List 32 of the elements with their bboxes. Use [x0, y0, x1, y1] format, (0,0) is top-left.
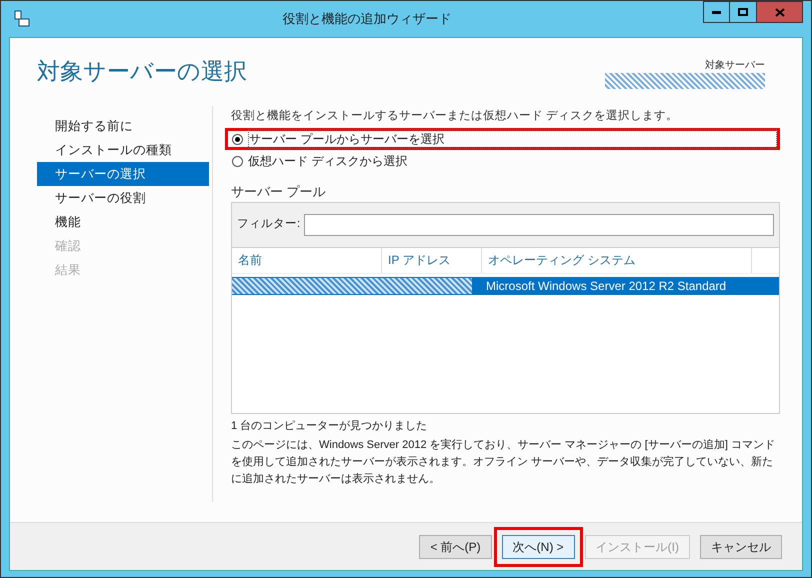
minimize-icon [712, 10, 721, 14]
radio-button[interactable] [232, 134, 243, 144]
description-text: 役割と機能をインストールするサーバーまたは仮想ハード ディスクを選択します。 [231, 108, 680, 124]
nav-item[interactable]: サーバーの役割 [37, 186, 209, 210]
filter-field[interactable] [304, 214, 774, 236]
nav-item[interactable]: インストールの種類 [37, 138, 209, 162]
close-icon [774, 8, 784, 16]
close-button[interactable] [757, 1, 803, 23]
maximize-icon [738, 8, 748, 16]
section-title: サーバー プール [231, 183, 327, 201]
nav-item[interactable]: 機能 [37, 210, 209, 234]
target-server-label: 対象サーバー [705, 58, 765, 73]
nav-item[interactable]: 開始する前に [37, 114, 209, 138]
app-icon [13, 10, 31, 28]
wizard-button[interactable]: < 前へ(P) [419, 534, 492, 558]
wizard-button[interactable]: 次へ(N) > [502, 534, 575, 558]
result-count: 1 台のコンピューターが見つかりました [231, 418, 428, 434]
column-header[interactable]: オペレーティング システム [482, 248, 752, 272]
radio-label[interactable]: 仮想ハード ディスクから選択 [248, 152, 777, 170]
radio-label[interactable]: サーバー プールからサーバーを選択 [248, 129, 777, 149]
filter-label: フィルター: [237, 216, 300, 232]
nav-item[interactable]: サーバーの選択 [37, 162, 209, 186]
window-title: 役割と機能の追加ウィザード [282, 10, 452, 28]
table-cell-text: Microsoft Windows Server 2012 R2 Standard [486, 278, 726, 294]
radio-button[interactable] [232, 156, 243, 166]
info-paragraph: このページには、Windows Server 2012 を実行しており、サーバー マネージャーの [サーバーの追加] コマンドを使用して追加されたサーバーが表示されます。オフライン サーバーや、データ収集が完了していない、新たに追加されたサーバーは表示されません。 [231, 438, 776, 487]
page-title: 対象サーバーの選択 [37, 57, 248, 86]
table-row[interactable]: Microsoft Windows Server 2012 R2 Standard [232, 276, 779, 294]
column-header[interactable]: 名前 [232, 248, 382, 272]
column-header[interactable]: IP アドレス [382, 248, 482, 272]
wizard-button[interactable]: キャンセル [700, 534, 782, 558]
minimize-button[interactable] [703, 1, 730, 23]
